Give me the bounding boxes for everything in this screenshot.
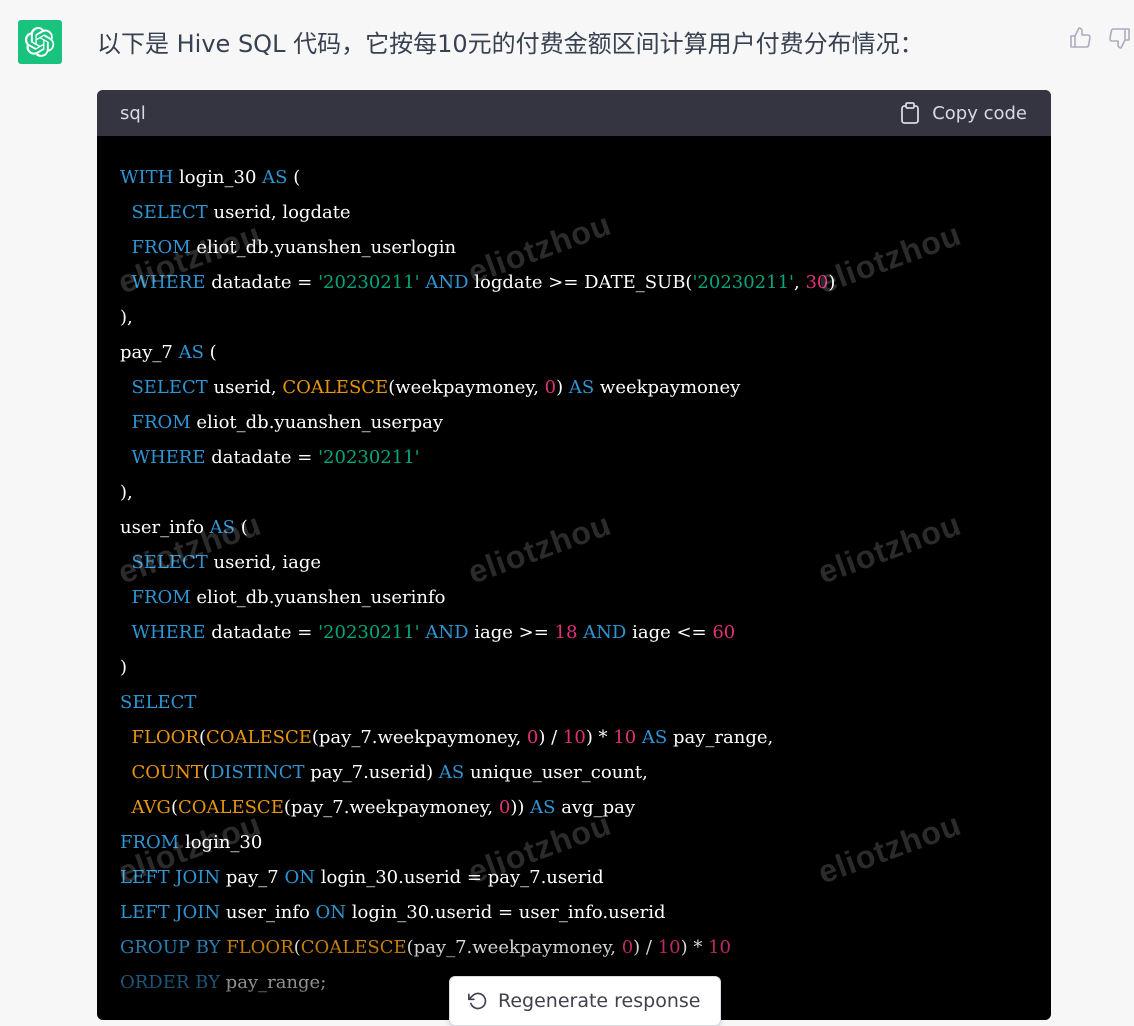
code-block-header: sql Copy code [97, 90, 1051, 136]
assistant-avatar [18, 20, 62, 64]
copy-code-button[interactable]: Copy code [900, 102, 1027, 124]
regenerate-label: Regenerate response [498, 990, 701, 1012]
code-block: sql Copy code WITH login_30 AS ( SELECT … [97, 90, 1051, 1020]
refresh-icon [468, 992, 487, 1010]
thumbs-down-icon[interactable] [1108, 26, 1132, 50]
copy-code-label: Copy code [932, 102, 1027, 124]
clipboard-icon [901, 102, 920, 124]
code-language-label: sql [120, 102, 146, 124]
assistant-message-text: 以下是 Hive SQL 代码，它按每10元的付费金额区间计算用户付费分布情况： [97, 30, 924, 58]
thumbs-up-icon[interactable] [1068, 26, 1092, 50]
regenerate-response-button[interactable]: Regenerate response [449, 976, 721, 1026]
openai-logo-icon [25, 27, 55, 57]
sql-code: WITH login_30 AS ( SELECT userid, logdat… [120, 167, 836, 993]
